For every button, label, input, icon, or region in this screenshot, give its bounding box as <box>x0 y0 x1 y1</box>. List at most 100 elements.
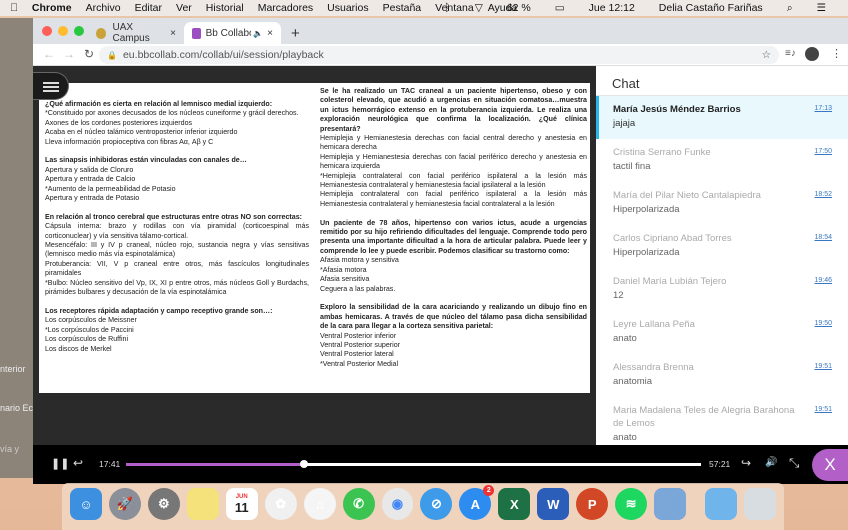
whatsapp-icon[interactable]: ✆ <box>342 488 375 520</box>
question-text: Se le ha realizado un TAC craneal a un p… <box>320 87 587 133</box>
rewind-icon[interactable]: ↩ <box>73 456 83 470</box>
profile-avatar[interactable] <box>805 47 819 61</box>
chat-timestamp[interactable]: 18:52 <box>814 191 832 198</box>
app-store-icon[interactable]: A2 <box>459 485 495 520</box>
back-icon[interactable]: ← <box>43 47 55 61</box>
bg-text: nario Ec <box>0 403 34 413</box>
chat-message[interactable]: Alessandra Brenna anatomia 19:51 <box>596 354 848 397</box>
system-preferences-icon[interactable]: ⚙ <box>147 488 180 520</box>
chat-text: anatomia <box>613 376 653 387</box>
answer-option: *Constituido por axones decusados de los… <box>45 109 299 118</box>
forward-icon[interactable]: → <box>63 47 75 61</box>
clock[interactable]: Jue 12:12 <box>589 2 635 14</box>
progress-handle[interactable] <box>299 460 308 468</box>
search-icon[interactable]: ⌕ <box>787 2 793 15</box>
chat-message[interactable]: Maria Madalena Teles de Alegria Barahona… <box>596 397 848 445</box>
audio-icon[interactable]: 🔈 <box>253 29 263 38</box>
answer-option: Ventral Posterior inferior <box>320 331 397 340</box>
safari-icon[interactable]: ⊘ <box>420 488 453 520</box>
new-tab-button[interactable]: + <box>283 22 308 44</box>
question-text: ¿Qué afirmación es cierta en relación al… <box>45 100 273 108</box>
excel-icon[interactable]: X <box>498 488 531 520</box>
menu-archivo[interactable]: Archivo <box>86 2 121 14</box>
more-icon[interactable]: ⋮ <box>831 47 842 60</box>
chat-message[interactable]: María Jesús Méndez Barrios jajaja 17:13 <box>596 96 848 139</box>
notes-icon[interactable] <box>186 488 219 520</box>
progress-slider[interactable] <box>126 460 701 468</box>
menu-editar[interactable]: Editar <box>135 2 162 14</box>
bluetooth-icon[interactable]: ᛒ <box>444 2 450 14</box>
finder-icon[interactable]: ☺ <box>70 488 102 520</box>
battery-status[interactable]: 62 % <box>507 2 531 14</box>
apple-icon[interactable]:  <box>10 2 18 14</box>
word-icon[interactable]: W <box>537 488 570 520</box>
browser-window: UAX Campus × Bb Collaborate: TUTORIAS 🔈 … <box>33 18 848 484</box>
chat-message[interactable]: Cristina Serrano Funke tactil fina 17:50 <box>596 139 848 182</box>
session-menu-button[interactable] <box>33 72 69 100</box>
chat-timestamp[interactable]: 19:51 <box>814 363 832 370</box>
media-icon[interactable]: ≡♪ <box>785 48 796 59</box>
answer-option: Apertura y salida de Cloruro <box>45 165 134 174</box>
url-input[interactable]: 🔒 eu.bbcollab.com/collab/ui/session/play… <box>99 46 779 64</box>
chrome-icon[interactable]: ◉ <box>381 488 414 520</box>
tab-uax-campus[interactable]: UAX Campus × <box>88 22 184 44</box>
reload-icon[interactable]: ↻ <box>84 47 94 61</box>
pause-icon[interactable]: ❚❚ <box>51 457 69 470</box>
chat-timestamp[interactable]: 17:13 <box>814 105 832 112</box>
close-playback-button[interactable]: X <box>812 449 848 481</box>
menu-ver[interactable]: Ver <box>176 2 192 14</box>
photos-icon[interactable]: ✿ <box>264 488 297 520</box>
preview-icon[interactable] <box>654 488 686 520</box>
chat-list[interactable]: María Jesús Méndez Barrios jajaja 17:13 Cri… <box>596 96 848 445</box>
calendar-icon[interactable]: JUN 11 <box>225 488 258 520</box>
chat-text: anato <box>613 432 637 443</box>
chat-sender: Cristina Serrano Funke <box>613 147 711 158</box>
chat-timestamp[interactable]: 19:51 <box>814 406 832 413</box>
itunes-icon[interactable]: ♫ <box>303 488 336 520</box>
close-tab-icon[interactable]: × <box>267 28 273 39</box>
answer-option: Apertura y entrada de Calcio <box>45 175 136 184</box>
menu-app[interactable]: Chrome <box>32 2 72 14</box>
launchpad-icon[interactable]: 🚀 <box>108 488 141 520</box>
chat-timestamp[interactable]: 19:46 <box>814 277 832 284</box>
chat-timestamp[interactable]: 17:50 <box>814 148 832 155</box>
list-icon[interactable]: ☰ <box>817 2 826 14</box>
menu-marcadores[interactable]: Marcadores <box>258 2 313 14</box>
chat-message[interactable]: Carlos Cipriano Abad Torres Hiperpolariza… <box>596 225 848 268</box>
chat-message[interactable]: Daniel María Lubián Tejero 12 19:46 <box>596 268 848 311</box>
fullscreen-icon[interactable]: ⤡ <box>789 455 799 471</box>
wifi-icon[interactable]: ▽ <box>475 2 483 14</box>
close-tab-icon[interactable]: × <box>170 28 176 39</box>
question-text: Un paciente de 78 años, hipertenso con v… <box>320 218 587 255</box>
menu-pestaña[interactable]: Pestaña <box>383 2 422 14</box>
answer-option: Axones de los cordones posteriores izqui… <box>45 118 193 127</box>
tab-bb-collaborate[interactable]: Bb Collaborate: TUTORIAS 🔈 × <box>184 22 281 44</box>
chat-message[interactable]: María del Pilar Nieto Cantalapiedra Hiper… <box>596 182 848 225</box>
powerpoint-icon[interactable]: P <box>576 488 609 520</box>
background-window: nterior nario Ec vía y <box>0 18 34 478</box>
chat-timestamp[interactable]: 19:50 <box>814 320 832 327</box>
close-window-button[interactable] <box>42 26 52 36</box>
answer-option: *Aumento de la permeabilidad de Potasio <box>45 184 176 193</box>
answer-option: Los corpúsculos de Meissner <box>45 316 137 325</box>
current-time: 17:41 <box>99 459 121 469</box>
menu-historial[interactable]: Historial <box>206 2 244 14</box>
question: Los receptores rápida adaptación y campo… <box>45 307 309 316</box>
minimize-window-button[interactable] <box>58 26 68 36</box>
question: Exploro la sensibilidad de la cara acari… <box>320 303 587 331</box>
user-name[interactable]: Delia Castaño Fariñas <box>659 2 763 14</box>
volume-icon[interactable]: 🔊 <box>765 457 777 468</box>
star-icon[interactable]: ☆ <box>762 49 771 61</box>
downloads-icon[interactable] <box>705 488 737 520</box>
forward-skip-icon[interactable]: ↪ <box>741 456 751 470</box>
answer-option: *Bulbo: Núcleo sensitivo del Vp, IX, XI … <box>45 278 309 297</box>
menu-usuarios[interactable]: Usuarios <box>327 2 368 14</box>
spotify-icon[interactable]: ≋ <box>615 488 648 520</box>
question-text: Las sinapsis inhibidoras están vinculada… <box>45 156 247 165</box>
chat-timestamp[interactable]: 18:54 <box>814 234 832 241</box>
trash-icon[interactable] <box>743 488 776 520</box>
question: Se le ha realizado un TAC craneal a un p… <box>320 87 587 134</box>
maximize-window-button[interactable] <box>74 26 84 36</box>
battery-icon: ▭ <box>554 2 565 14</box>
chat-message[interactable]: Leyre Lallana Peña anato 19:50 <box>596 311 848 354</box>
